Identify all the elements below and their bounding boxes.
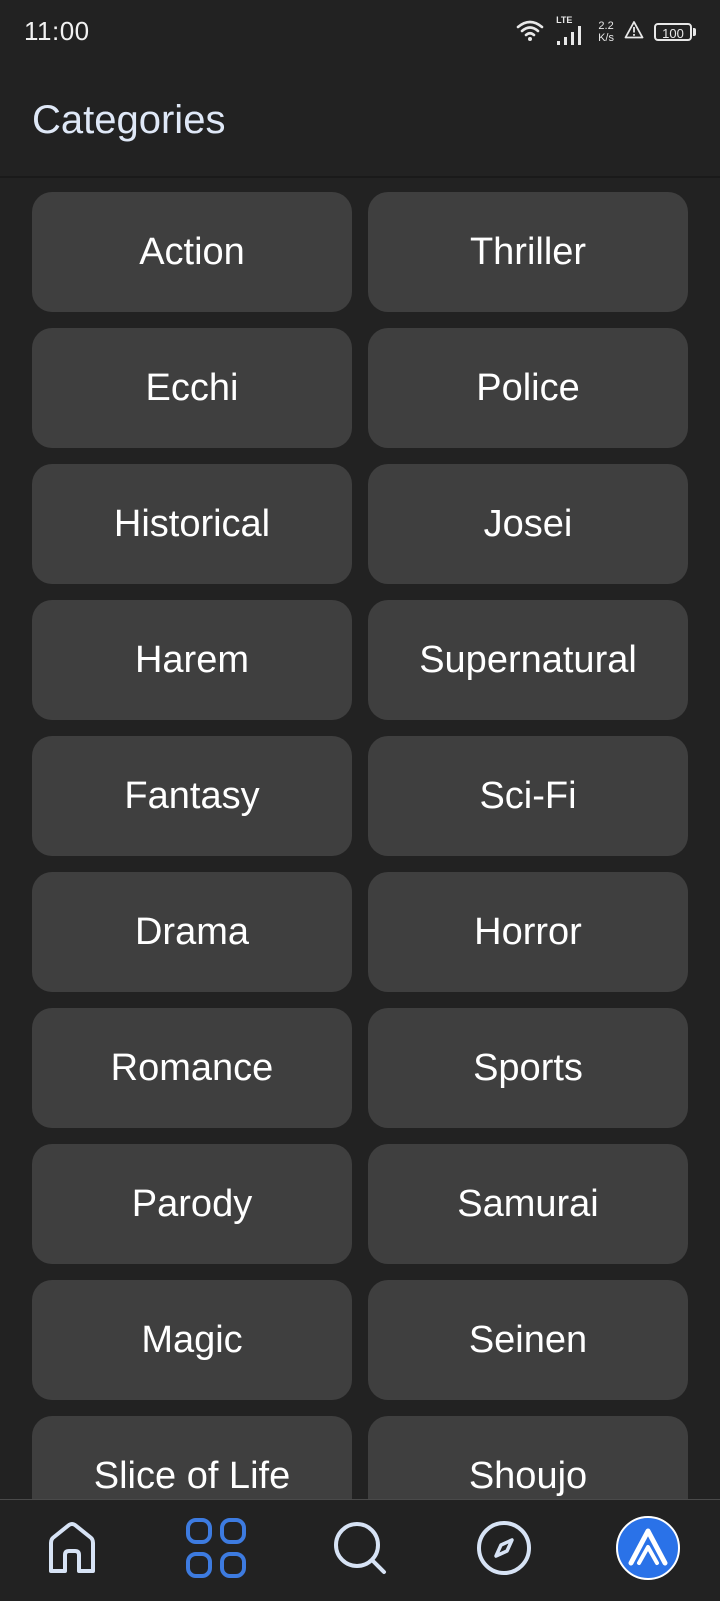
- category-tile-sci-fi[interactable]: Sci-Fi: [368, 736, 688, 856]
- category-tile-fantasy[interactable]: Fantasy: [32, 736, 352, 856]
- category-label: Samurai: [457, 1182, 599, 1225]
- battery-icon: 100: [654, 23, 696, 41]
- status-time: 11:00: [24, 16, 90, 46]
- category-tile-thriller[interactable]: Thriller: [368, 192, 688, 312]
- battery-level: 100: [654, 23, 692, 41]
- category-tile-slice-of-life[interactable]: Slice of Life: [32, 1416, 352, 1500]
- search-icon: [330, 1518, 390, 1583]
- category-label: Supernatural: [419, 638, 637, 681]
- app-header: Categories: [0, 66, 720, 178]
- page-title: Categories: [32, 98, 226, 142]
- home-icon: [43, 1519, 101, 1582]
- speed-unit: K/s: [598, 32, 614, 44]
- category-tile-historical[interactable]: Historical: [32, 464, 352, 584]
- category-tile-josei[interactable]: Josei: [368, 464, 688, 584]
- bottom-nav: [0, 1499, 720, 1601]
- nav-search[interactable]: [315, 1506, 405, 1596]
- category-tile-police[interactable]: Police: [368, 328, 688, 448]
- category-label: Action: [139, 230, 245, 273]
- category-label: Slice of Life: [93, 1454, 291, 1497]
- category-tile-samurai[interactable]: Samurai: [368, 1144, 688, 1264]
- category-label: Harem: [134, 638, 250, 681]
- category-tile-action[interactable]: Action: [32, 192, 352, 312]
- category-tile-supernatural[interactable]: Supernatural: [368, 600, 688, 720]
- category-label: Sports: [473, 1046, 583, 1089]
- category-tile-parody[interactable]: Parody: [32, 1144, 352, 1264]
- category-tile-shoujo[interactable]: Shoujo: [368, 1416, 688, 1500]
- status-bar: 11:00 LTE 2.2 K/s 100: [0, 0, 720, 66]
- category-label: Parody: [131, 1182, 253, 1225]
- nav-explore[interactable]: [459, 1506, 549, 1596]
- warning-icon: [624, 20, 644, 45]
- compass-icon: [475, 1519, 533, 1582]
- category-label: Fantasy: [124, 774, 260, 817]
- nav-home[interactable]: [27, 1506, 117, 1596]
- category-tile-harem[interactable]: Harem: [32, 600, 352, 720]
- category-tile-magic[interactable]: Magic: [32, 1280, 352, 1400]
- category-label: Historical: [113, 502, 271, 545]
- wifi-icon: [516, 18, 544, 47]
- nav-profile[interactable]: [603, 1506, 693, 1596]
- categories-grid[interactable]: Action Thriller Ecchi Police Historical …: [32, 192, 688, 1500]
- category-tile-sports[interactable]: Sports: [368, 1008, 688, 1128]
- category-label: Sci-Fi: [479, 774, 577, 817]
- category-tile-seinen[interactable]: Seinen: [368, 1280, 688, 1400]
- category-label: Romance: [110, 1046, 274, 1089]
- category-label: Magic: [141, 1318, 243, 1361]
- category-tile-ecchi[interactable]: Ecchi: [32, 328, 352, 448]
- category-label: Ecchi: [145, 366, 239, 409]
- category-label: Josei: [483, 502, 573, 545]
- categories-grid-icon: [184, 1516, 248, 1585]
- app-logo-icon: [615, 1515, 681, 1586]
- category-label: Shoujo: [468, 1454, 588, 1497]
- category-label: Horror: [474, 910, 582, 953]
- category-label: Police: [476, 366, 580, 409]
- nav-categories[interactable]: [171, 1506, 261, 1596]
- category-tile-romance[interactable]: Romance: [32, 1008, 352, 1128]
- status-icons: LTE 2.2 K/s 100: [516, 14, 696, 50]
- category-tile-horror[interactable]: Horror: [368, 872, 688, 992]
- category-tile-drama[interactable]: Drama: [32, 872, 352, 992]
- speed-value: 2.2: [598, 20, 614, 32]
- network-speed: 2.2 K/s: [598, 20, 614, 44]
- signal-icon: LTE: [554, 15, 588, 47]
- category-label: Seinen: [468, 1318, 588, 1361]
- category-label: Drama: [134, 910, 250, 953]
- category-label: Thriller: [469, 230, 587, 273]
